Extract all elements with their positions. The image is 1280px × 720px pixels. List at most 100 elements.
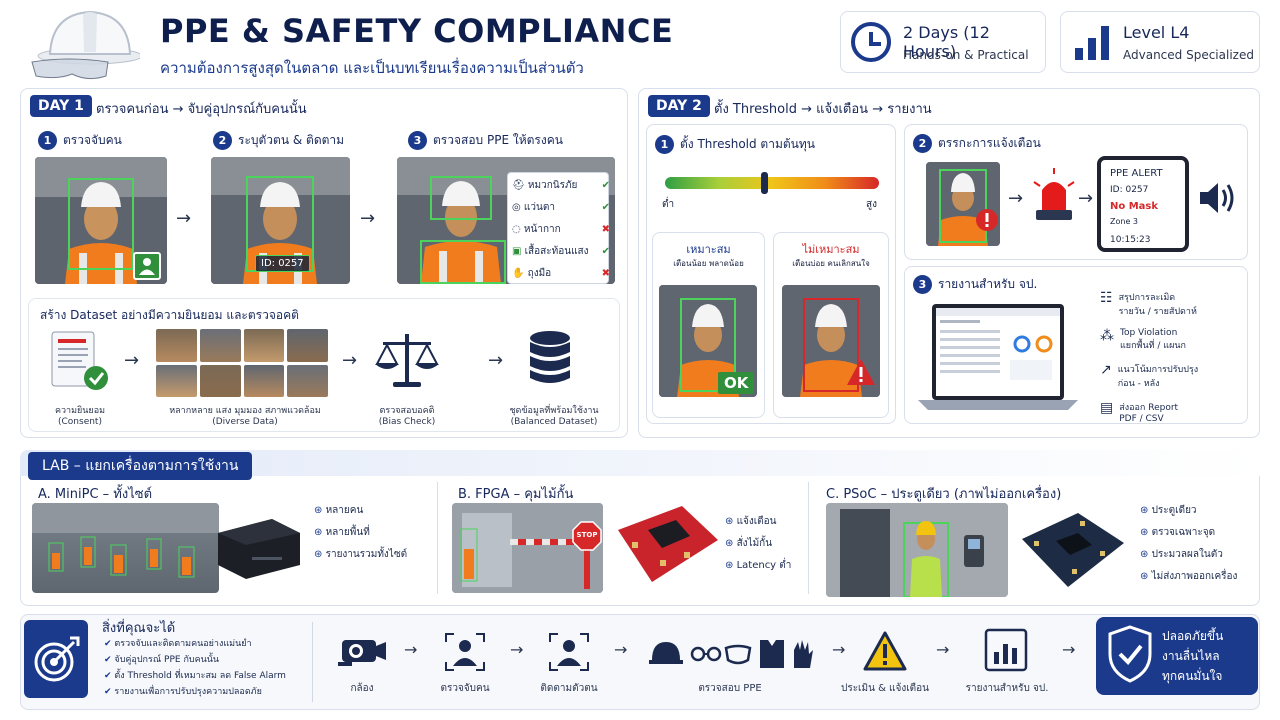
level-card: Level L4 Advanced Specialized	[1060, 11, 1260, 73]
good-threshold-sub: เตือนน้อย พลาดน้อย	[673, 259, 744, 268]
check-icon: ✔	[104, 639, 112, 649]
arrow-icon: →	[176, 208, 192, 229]
day2-step-2: 2 ตรรกะการแจ้งเตือน	[913, 134, 1041, 153]
lab-b-title: B. FPGA – คุมไม้กั้น	[458, 487, 574, 502]
fpga-board	[612, 500, 722, 588]
threshold-high-label: สูง	[866, 199, 877, 210]
identify-track-photo: ID: 0257	[211, 157, 350, 284]
ppe-item-goggles: ◎ แว่นตา ✔	[512, 202, 610, 213]
arrow-icon: →	[510, 640, 524, 659]
level-subtitle: Advanced Specialized	[1123, 48, 1254, 62]
level-title: Level L4	[1123, 23, 1190, 42]
warning-icon	[975, 208, 999, 232]
alert-id: ID: 0257	[1110, 185, 1149, 195]
report-item: ☷ สรุปการละเมิด รายวัน / รายสัปดาห์	[1100, 290, 1197, 317]
ppe-checklist-items: ⛑ หมวกนิรภัย ✔ ◎ แว่นตา ✔ ◌ หน้ากาก ✖ ▣ เสื…	[512, 175, 610, 285]
report-item: ↗ แนวโน้มการปรับปรุง ก่อน - หลัง	[1100, 362, 1199, 389]
detect-person-photo	[35, 157, 167, 284]
day2-heading: ตั้ง Threshold → แจ้งเตือน → รายงาน	[714, 102, 932, 117]
arrow-icon: →	[404, 640, 418, 659]
check-icon: ✔	[104, 687, 112, 697]
bullet-icon: ⊛	[725, 516, 734, 527]
shield-check-icon	[1106, 624, 1154, 684]
glove-icon: ✋	[512, 268, 525, 279]
flow-label-camera: กล้อง	[350, 683, 374, 694]
arrow-icon: →	[936, 640, 950, 659]
alert-time: 10:15:23	[1110, 235, 1151, 245]
siren-icon	[1032, 168, 1076, 224]
day2-step-1: 1 ตั้ง Threshold ตามต้นทุน	[655, 135, 815, 154]
threshold-slider-handle[interactable]	[761, 172, 768, 194]
mask-icon: ◌	[512, 224, 521, 235]
outcomes-heading: สิ่งที่คุณจะได้	[102, 621, 176, 636]
psoc-board	[1016, 507, 1128, 591]
helmet-logo-icon	[28, 6, 143, 84]
vest-icon: ▣	[512, 246, 522, 257]
flow-label-track: ติดตามตัวตน	[540, 683, 598, 694]
report-items: ☷ สรุปการละเมิด รายวัน / รายสัปดาห์ ⁂ Top V…	[1100, 290, 1250, 424]
dataset-caption-consent: ความยินยอม (Consent)	[54, 406, 106, 427]
lab-divider	[437, 482, 438, 594]
page-subtitle: ความต้องการสูงสุดในตลาด และเป็นบทเรียนเร…	[160, 59, 584, 77]
lab-divider	[808, 482, 809, 594]
warning-icon	[846, 358, 876, 386]
clock-icon	[851, 22, 891, 62]
lab-c-items: ⊛ ประตูเดียว ⊛ ตรวจเฉพาะจุด ⊛ ประมวลผลใน…	[1140, 505, 1238, 582]
consent-document-icon	[50, 330, 110, 392]
threshold-slider[interactable]	[665, 177, 879, 189]
report-chart-icon	[984, 628, 1028, 672]
helmet-icon: ⛑	[512, 180, 525, 191]
alert-worker-photo	[926, 162, 1000, 246]
person-detect-icon	[444, 632, 486, 672]
lab-b-items: ⊛ แจ้งเตือน ⊛ สั่งไม้กั้น ⊛ Latency ต่ำ	[725, 516, 792, 571]
ppe-item-vest: ▣ เสื้อสะท้อนแสง ✔	[512, 246, 610, 257]
alert-title: PPE ALERT	[1110, 168, 1163, 179]
day2-step-3: 3 รายงานสำหรับ จป.	[913, 275, 1037, 294]
good-threshold-title: เหมาะสม	[686, 243, 731, 256]
alert-status: No Mask	[1110, 201, 1159, 212]
lab-c-title: C. PSoC – ประตูเดียว (ภาพไม่ออกเครื่อง)	[826, 487, 1062, 502]
arrow-icon: →	[1062, 640, 1076, 659]
day1-step-3: 3 ตรวจสอบ PPE ให้ตรงคน	[408, 131, 563, 150]
bullet-icon: ⊛	[1140, 571, 1149, 582]
bullet-icon: ⊛	[314, 549, 323, 560]
checklist-icon: ☷	[1100, 290, 1113, 306]
bullet-icon: ⊛	[1140, 549, 1149, 560]
check-icon: ✔	[104, 655, 112, 665]
lab-a-title: A. MiniPC – ทั้งไซต์	[38, 487, 153, 502]
arrow-icon: →	[342, 350, 358, 371]
arrow-icon: →	[1008, 188, 1024, 209]
track-id-label: ID: 0257	[255, 255, 310, 272]
report-item: ▤ ส่งออก Report PDF / CSV	[1100, 400, 1179, 424]
arrow-icon: →	[360, 208, 376, 229]
warning-icon	[862, 630, 908, 672]
minipc-device	[212, 515, 302, 581]
bullet-icon: ⊛	[314, 505, 323, 516]
check-icon: ✔	[104, 671, 112, 681]
duration-card: 2 Days (12 Hours) Hands-on & Practical	[840, 11, 1046, 73]
goggles-icon: ◎	[512, 202, 521, 213]
duration-subtitle: Hands-on & Practical	[903, 48, 1029, 62]
page-title: PPE & SAFETY COMPLIANCE	[160, 12, 674, 50]
stop-sign-label: STOP	[576, 531, 598, 539]
ppe-icons-group	[648, 636, 814, 670]
arrow-icon: →	[614, 640, 628, 659]
dataset-heading: สร้าง Dataset อย่างมีความยินยอม และตรวจอ…	[40, 308, 299, 322]
person-track-icon	[548, 632, 590, 672]
flow-label-detect: ตรวจจับคน	[440, 683, 490, 694]
flow-label-report: รายงานสำหรับ จป.	[965, 683, 1049, 694]
target-icon	[24, 620, 88, 698]
person-detected-icon	[133, 252, 161, 280]
bullet-icon: ⊛	[1140, 505, 1149, 516]
lab-a-items: ⊛ หลายคน ⊛ หลายพื้นที่ ⊛ รายงานรวมทั้งไซ…	[314, 505, 408, 560]
day1-tag: DAY 1	[30, 95, 92, 117]
day2-tag: DAY 2	[648, 95, 710, 117]
minipc-site-photo	[32, 503, 219, 593]
arrow-icon: →	[832, 640, 846, 659]
balance-scale-icon	[373, 330, 441, 390]
bad-threshold-sub: เตือนบ่อย คนเลิกสนใจ	[792, 259, 870, 268]
alert-zone: Zone 3	[1110, 217, 1138, 226]
camera-icon	[336, 632, 388, 672]
ppe-item-helmet: ⛑ หมวกนิรภัย ✔	[512, 180, 610, 191]
diverse-faces-grid	[156, 329, 328, 397]
